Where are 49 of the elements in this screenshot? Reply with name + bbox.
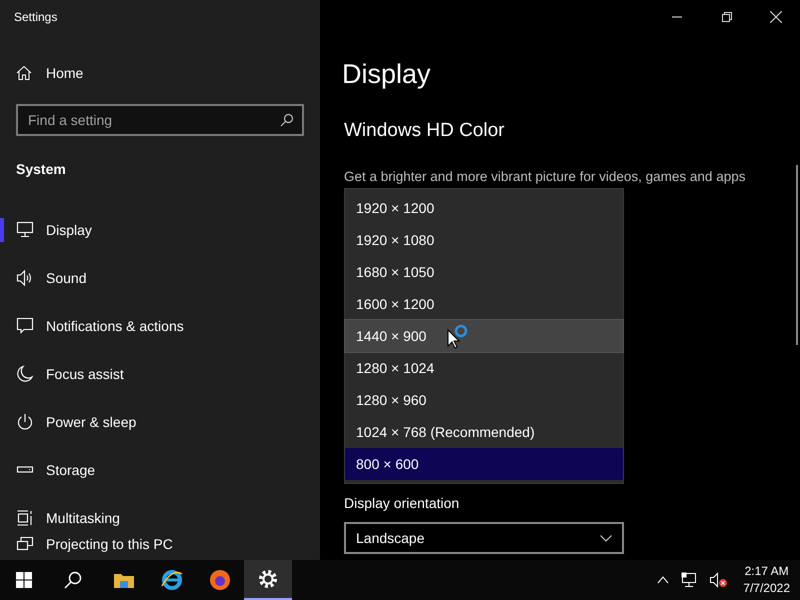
speaker-icon [16, 269, 34, 287]
dropdown-option[interactable]: 1440 × 900 [345, 320, 623, 352]
sidebar-item[interactable]: Projecting to this PC [0, 532, 300, 556]
dropdown-option[interactable]: 1024 × 768 (Recommended) [345, 416, 623, 448]
sidebar-item[interactable]: Power & sleep [0, 410, 300, 434]
mouse-cursor-icon [446, 322, 470, 350]
close-icon[interactable] [770, 11, 782, 23]
sidebar-item[interactable]: Multitasking [0, 506, 300, 530]
sidebar-item[interactable]: Focus assist [0, 362, 300, 386]
search-field[interactable]: Find a setting [16, 104, 304, 136]
sidebar-item[interactable]: Storage [0, 458, 300, 482]
display-icon [16, 221, 34, 239]
dropdown-option[interactable]: 1600 × 1200 [345, 288, 623, 320]
windows-start-icon[interactable] [16, 572, 32, 588]
dropdown-option[interactable]: 800 × 600 [345, 448, 623, 480]
taskbar-app[interactable] [244, 560, 292, 600]
page-title: Display [342, 58, 431, 91]
dropdown-option[interactable]: 1920 × 1200 [345, 192, 623, 224]
home-link[interactable]: Home [16, 56, 84, 90]
home-icon [16, 65, 32, 81]
projector-icon [16, 535, 34, 553]
orientation-dropdown[interactable]: Landscape [344, 522, 624, 554]
muted-speaker-icon[interactable] [709, 572, 730, 588]
dropdown-option[interactable]: 1280 × 1024 [345, 352, 623, 384]
power-icon [16, 413, 34, 431]
section-heading: Windows HD Color [344, 118, 504, 142]
description-text: Get a brighter and more vibrant picture for videos, games and apps [344, 168, 746, 186]
sidebar-item[interactable]: Sound [0, 266, 300, 290]
field-label: Display orientation [344, 494, 460, 514]
sidebar-item[interactable]: Display [0, 218, 300, 242]
scrollbar[interactable] [796, 165, 798, 345]
gear-icon [256, 567, 280, 591]
section-heading: System [16, 161, 66, 177]
search-icon [280, 113, 294, 127]
multitasking-icon [16, 509, 34, 527]
moon-icon [16, 365, 34, 383]
dropdown-option[interactable]: 1920 × 1080 [345, 224, 623, 256]
clock[interactable]: 2:17 AM 7/7/2022 [743, 563, 790, 597]
window-title: Settings [14, 9, 58, 26]
chevron-up-icon[interactable] [657, 576, 670, 584]
search-icon[interactable] [64, 571, 82, 589]
restore-icon[interactable] [722, 12, 732, 22]
dropdown-option[interactable]: 1680 × 1050 [345, 256, 623, 288]
browser-e-icon [160, 568, 184, 592]
speech-bubble-icon [16, 317, 34, 335]
sidebar-item[interactable]: Notifications & actions [0, 314, 300, 338]
fox-globe-icon [208, 568, 232, 592]
dropdown-option[interactable]: 1280 × 960 [345, 384, 623, 416]
chevron-down-icon [600, 534, 612, 542]
